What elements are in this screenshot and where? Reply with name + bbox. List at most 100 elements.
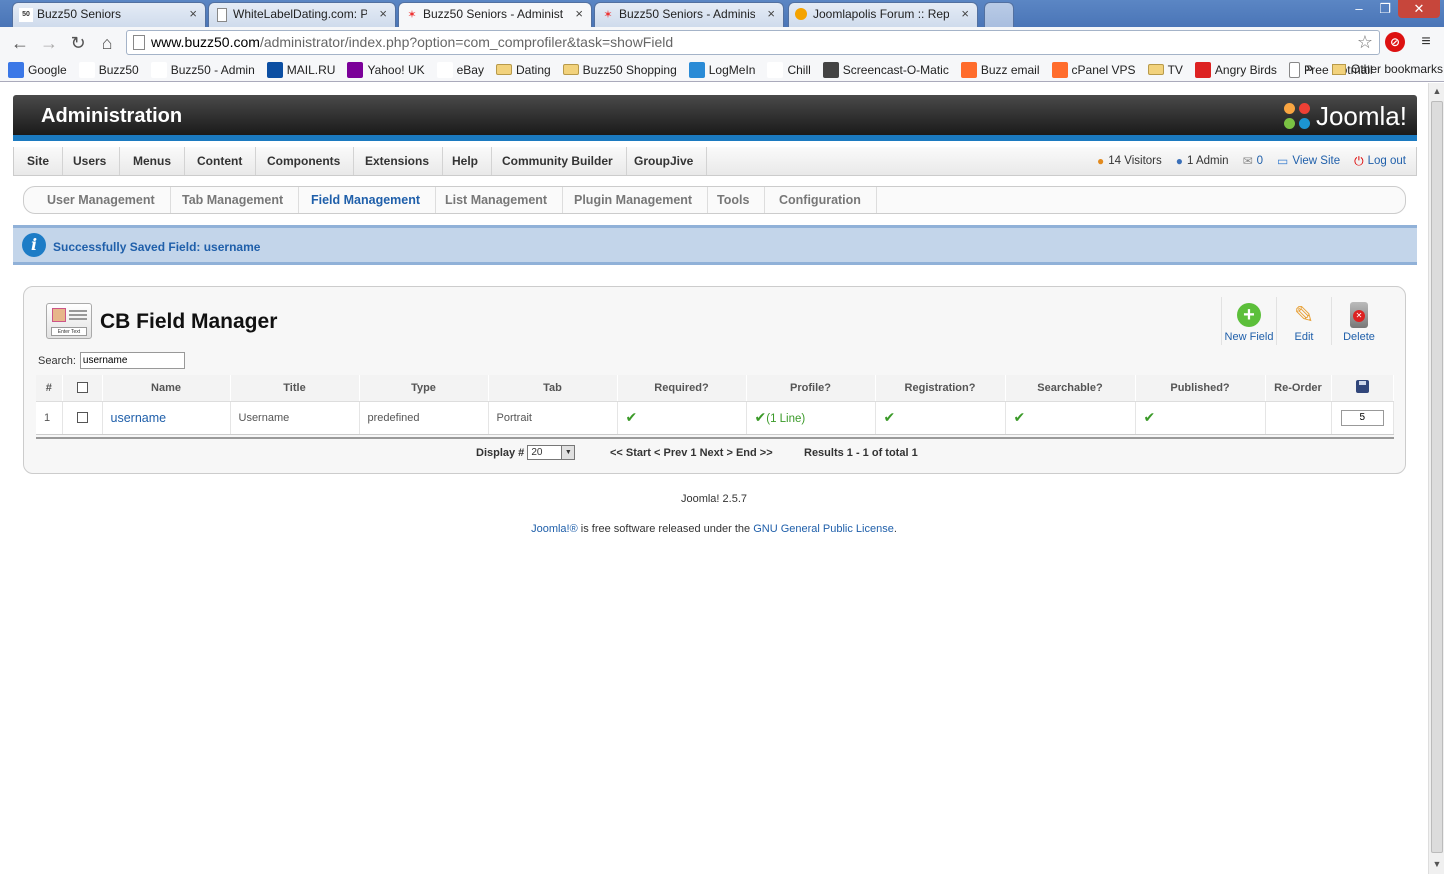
menu-menus[interactable]: Menus: [120, 147, 186, 175]
forward-icon[interactable]: →: [38, 32, 60, 54]
menu-components[interactable]: Components: [254, 147, 355, 175]
menu-community-builder[interactable]: Community Builder: [489, 147, 627, 175]
bookmark-item[interactable]: MAIL.RU: [266, 61, 335, 78]
bookmark-item[interactable]: Buzz email: [960, 61, 1040, 78]
bookmark-item[interactable]: Google: [8, 61, 67, 78]
new-field-button[interactable]: + New Field: [1221, 297, 1276, 345]
menu-extensions[interactable]: Extensions: [352, 147, 444, 175]
col-searchable[interactable]: Searchable?: [1005, 375, 1136, 402]
col-type[interactable]: Type: [359, 375, 489, 402]
cpanel-icon: [1051, 61, 1068, 78]
submenu-tools[interactable]: Tools: [702, 187, 766, 213]
tab-close-icon[interactable]: ×: [575, 6, 583, 21]
scroll-up-icon[interactable]: ▲: [1431, 86, 1443, 98]
bookmark-item[interactable]: Buzz50 Shopping: [562, 63, 677, 77]
browser-tab[interactable]: Joomlapolis Forum :: Reply T ×: [788, 2, 978, 27]
col-registration[interactable]: Registration?: [875, 375, 1006, 402]
view-site-link[interactable]: ▭ View Site: [1277, 154, 1340, 168]
field-name-link[interactable]: username: [111, 411, 167, 425]
delete-button[interactable]: ✕ Delete: [1331, 297, 1386, 345]
bookmark-item[interactable]: Buzz50 - Admin: [150, 61, 255, 78]
menu-site[interactable]: Site: [14, 147, 64, 175]
check-icon[interactable]: ✔: [1144, 409, 1156, 425]
joomla-icon: ✶: [407, 9, 417, 21]
col-title[interactable]: Title: [230, 375, 360, 402]
bookmark-item[interactable]: Dating: [495, 63, 551, 77]
submenu-configuration[interactable]: Configuration: [764, 187, 877, 213]
menu-groupjive[interactable]: GroupJive: [621, 147, 708, 175]
mailru-icon: [266, 61, 283, 78]
col-required[interactable]: Required?: [617, 375, 747, 402]
reload-icon[interactable]: ↻: [67, 32, 89, 54]
bookmark-item[interactable]: Yahoo! UK: [347, 61, 425, 78]
browser-tab[interactable]: 50 Buzz50 Seniors ×: [12, 2, 206, 27]
row-checkbox[interactable]: [76, 412, 88, 424]
scroll-down-icon[interactable]: ▼: [1431, 859, 1443, 871]
submenu-list-management[interactable]: List Management: [430, 187, 564, 213]
check-icon[interactable]: ✔: [626, 409, 638, 425]
google-icon: [8, 61, 24, 78]
bookmark-item[interactable]: Angry Birds: [1194, 61, 1277, 78]
scrollbar-thumb[interactable]: [1431, 101, 1443, 853]
browser-tab[interactable]: ✶ Buzz50 Seniors - Administrati ×: [594, 2, 784, 27]
messages-status[interactable]: ✉ 0: [1243, 154, 1263, 168]
col-name[interactable]: Name: [102, 375, 231, 402]
submenu-field-management[interactable]: Field Management: [296, 187, 437, 213]
col-reorder[interactable]: Re-Order: [1265, 375, 1332, 402]
restore-icon[interactable]: ❐: [1372, 0, 1398, 18]
search-input[interactable]: [79, 352, 185, 369]
browser-tab-active[interactable]: ✶ Buzz50 Seniors - Administrati ×: [398, 2, 592, 28]
edit-button[interactable]: ✎ Edit: [1276, 297, 1331, 345]
table-header-row: # Name Title Type Tab Required? Profile?…: [36, 375, 1394, 402]
row-profile-cell: ✔(1 Line): [746, 401, 876, 435]
bookmark-item[interactable]: Chill: [767, 61, 811, 78]
bookmark-item[interactable]: LogMeIn: [688, 61, 755, 78]
page-navigation[interactable]: << Start < Prev 1 Next > End >>: [610, 447, 773, 459]
back-icon[interactable]: ←: [9, 32, 31, 54]
logmein-icon: [688, 61, 705, 78]
admin-user-icon: ●: [1175, 154, 1184, 168]
address-bar[interactable]: www.buzz50.com/administrator/index.php?o…: [126, 30, 1380, 55]
check-icon[interactable]: ✔: [884, 409, 896, 425]
adblock-extension-icon[interactable]: ⊘: [1385, 32, 1405, 52]
tab-close-icon[interactable]: ×: [379, 6, 387, 21]
joomla-link[interactable]: Joomla!®: [531, 523, 578, 535]
bookmark-item[interactable]: Buzz50: [78, 61, 139, 78]
ordering-input[interactable]: [1340, 409, 1384, 426]
submenu-user-management[interactable]: User Management: [32, 187, 171, 213]
display-limit-select[interactable]: 20 ▼: [527, 445, 576, 460]
gpl-link[interactable]: GNU General Public License: [753, 523, 894, 535]
menu-users[interactable]: Users: [60, 147, 121, 175]
other-bookmarks-folder[interactable]: Other bookmarks: [1332, 62, 1443, 76]
col-published[interactable]: Published?: [1135, 375, 1266, 402]
bookmark-item[interactable]: cPanel VPS: [1051, 61, 1136, 78]
bookmark-item[interactable]: TV: [1147, 63, 1183, 77]
chrome-menu-icon[interactable]: ≡: [1416, 33, 1436, 51]
fields-table: # Name Title Type Tab Required? Profile?…: [36, 375, 1394, 435]
bookmark-star-icon[interactable]: ☆: [1357, 32, 1373, 53]
tab-close-icon[interactable]: ×: [961, 6, 969, 21]
logout-link[interactable]: ⏻ Log out: [1354, 154, 1406, 169]
col-tab[interactable]: Tab: [488, 375, 618, 402]
save-order-icon[interactable]: [1355, 379, 1369, 393]
close-window-icon[interactable]: ✕: [1398, 0, 1440, 18]
submenu-tab-management[interactable]: Tab Management: [167, 187, 300, 213]
submenu-plugin-management[interactable]: Plugin Management: [559, 187, 709, 213]
menu-content[interactable]: Content: [184, 147, 257, 175]
menu-help[interactable]: Help: [439, 147, 493, 175]
browser-tab[interactable]: WhiteLabelDating.com: Partr ×: [208, 2, 396, 27]
bookmark-item[interactable]: Screencast-O-Matic: [822, 61, 949, 78]
bookmark-item[interactable]: eBay: [436, 61, 484, 78]
new-tab-button[interactable]: [984, 2, 1014, 27]
table-row: 1 username Username predefined Portrait …: [36, 401, 1394, 435]
home-icon[interactable]: ⌂: [96, 32, 118, 54]
tab-close-icon[interactable]: ×: [767, 6, 775, 21]
col-profile[interactable]: Profile?: [746, 375, 876, 402]
check-icon[interactable]: ✔: [1014, 409, 1026, 425]
bookmarks-overflow-button[interactable]: »: [1306, 60, 1313, 75]
vertical-scrollbar[interactable]: ▲ ▼: [1428, 83, 1444, 874]
select-all-checkbox[interactable]: [76, 382, 88, 394]
tab-close-icon[interactable]: ×: [189, 6, 197, 21]
minimize-icon[interactable]: –: [1346, 0, 1372, 18]
check-icon[interactable]: ✔: [755, 409, 767, 425]
